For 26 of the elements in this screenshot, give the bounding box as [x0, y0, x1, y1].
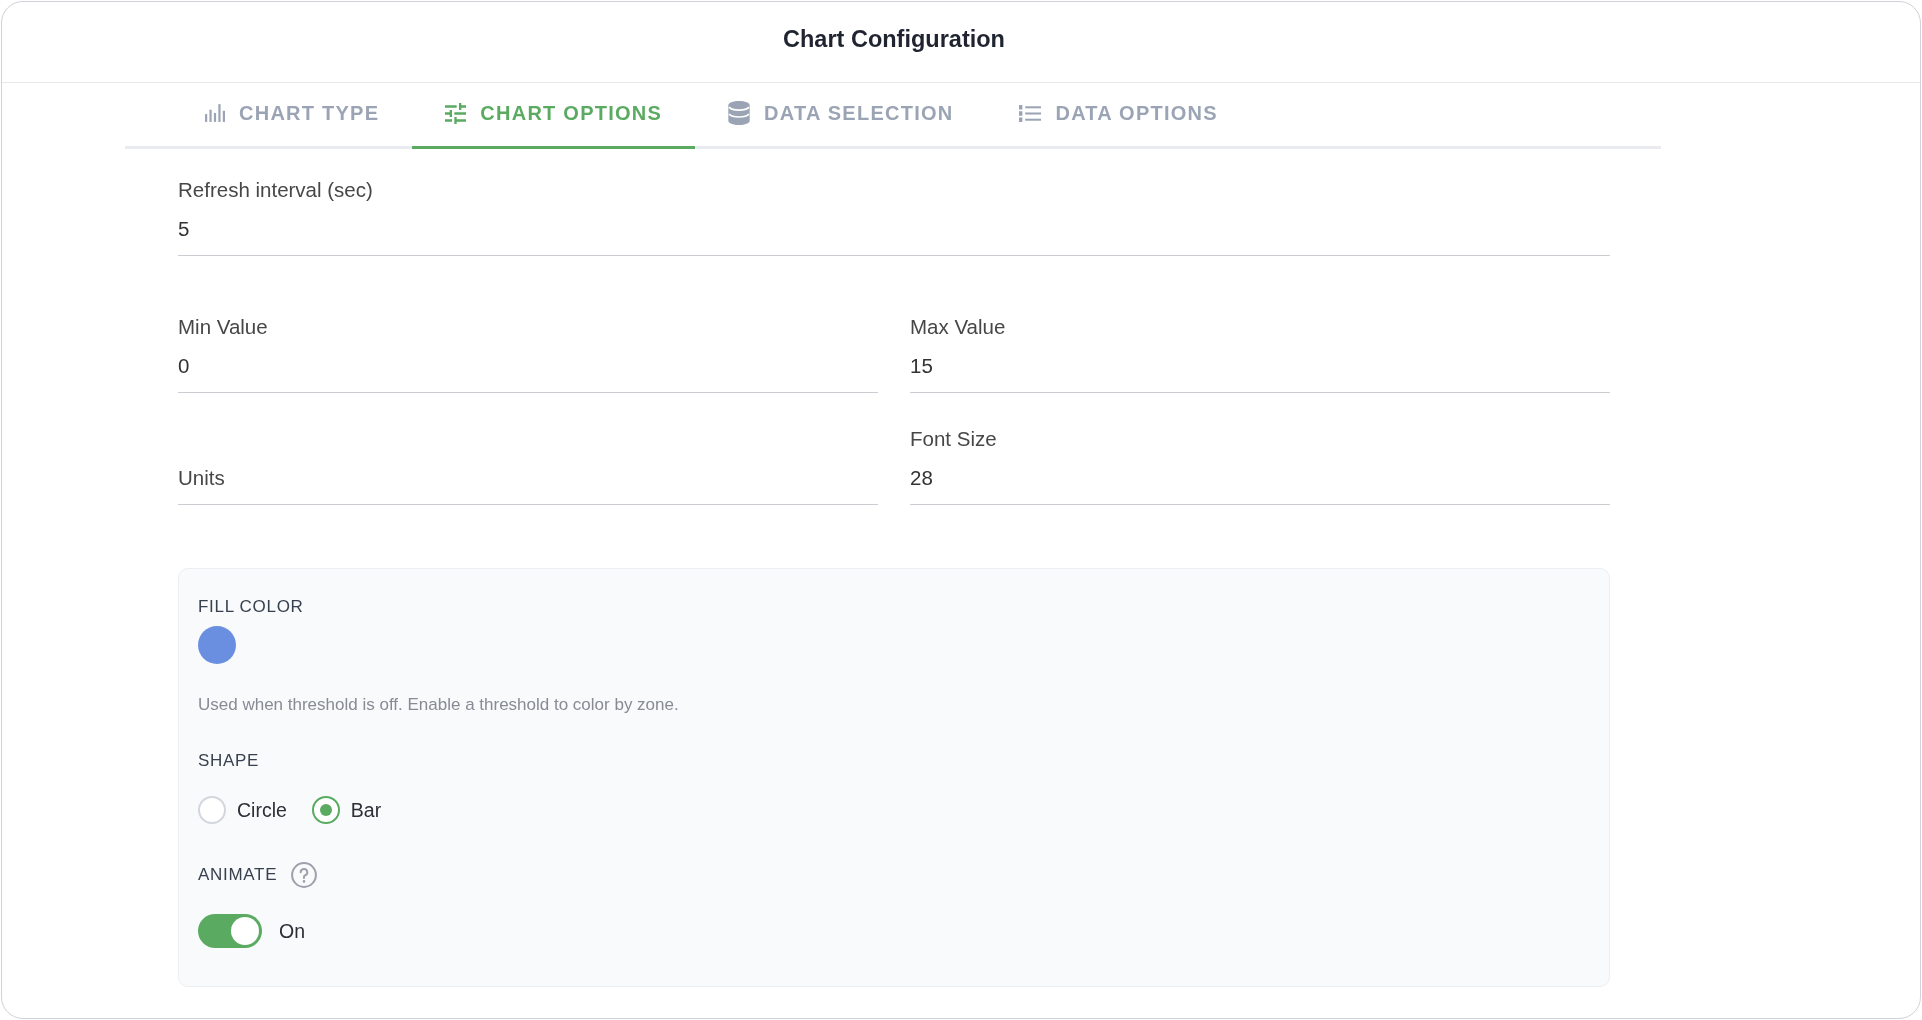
input-field[interactable]: 15: [910, 354, 1610, 393]
radio-button[interactable]: [311, 796, 340, 824]
window-title: Chart Configuration: [783, 25, 1005, 53]
field-label: Refresh interval (sec): [178, 178, 374, 202]
database-icon: [728, 101, 751, 125]
section-heading: SHAPE: [198, 750, 261, 772]
bar-chart-icon: [205, 104, 225, 122]
toggle-label: On: [279, 919, 305, 943]
field-label: Font Size: [910, 427, 998, 451]
section-heading: ANIMATE: [198, 864, 278, 886]
color-swatch[interactable]: [198, 626, 236, 664]
helper-text: Used when threshold is off. Enable a threshold to color by zone.: [198, 696, 680, 714]
help-icon[interactable]: [291, 862, 318, 888]
input-field[interactable]: 28: [910, 466, 1610, 505]
input-field[interactable]: Units: [178, 466, 878, 505]
radio-label: Bar: [350, 798, 382, 822]
radio-button[interactable]: [198, 796, 226, 824]
radio-label: Circle: [237, 798, 287, 822]
input-field[interactable]: 0: [178, 354, 878, 393]
input-field[interactable]: 5: [178, 217, 1610, 256]
sliders-icon: [445, 102, 467, 124]
list-icon: [1019, 104, 1042, 122]
field-label: Max Value: [910, 315, 1007, 339]
section-heading: FILL COLOR: [198, 596, 305, 618]
toggle-switch[interactable]: [198, 914, 262, 948]
field-label: Min Value: [178, 315, 269, 339]
